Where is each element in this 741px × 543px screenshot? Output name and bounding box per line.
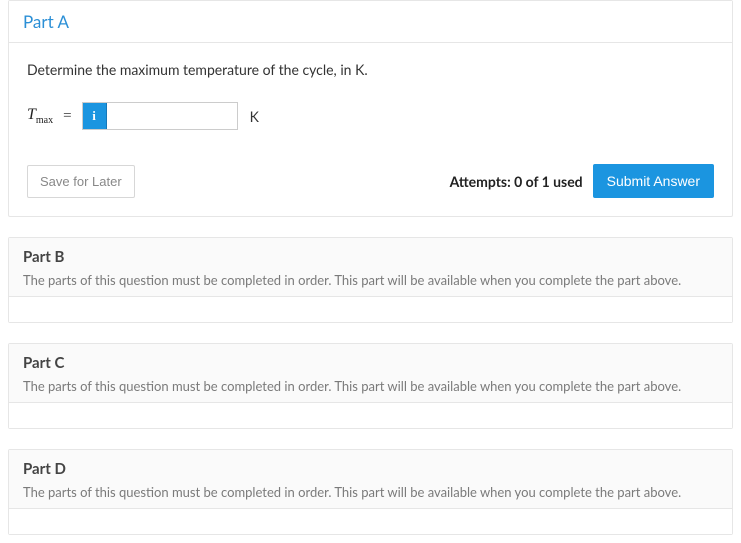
save-for-later-button[interactable]: Save for Later: [27, 165, 135, 198]
info-icon[interactable]: i: [83, 103, 107, 129]
part-d-title: Part D: [23, 460, 718, 478]
part-b-locked-message: The parts of this question must be compl…: [23, 272, 718, 288]
answer-input[interactable]: [107, 103, 237, 129]
part-b-panel: Part B The parts of this question must b…: [8, 237, 733, 323]
part-c-body: [9, 402, 732, 428]
equals-sign: =: [61, 108, 73, 125]
part-d-header: Part D The parts of this question must b…: [9, 450, 732, 508]
question-text: Determine the maximum temperature of the…: [27, 61, 714, 78]
part-c-locked-message: The parts of this question must be compl…: [23, 378, 718, 394]
part-a-title: Part A: [23, 11, 69, 32]
answer-row: Tmax = i K: [27, 102, 714, 130]
part-b-header: Part B The parts of this question must b…: [9, 238, 732, 296]
part-b-title: Part B: [23, 248, 718, 266]
part-a-panel: Part A Determine the maximum temperature…: [8, 0, 733, 217]
part-a-body: Determine the maximum temperature of the…: [9, 43, 732, 216]
part-c-header: Part C The parts of this question must b…: [9, 344, 732, 402]
answer-input-group: i: [82, 102, 238, 130]
part-d-body: [9, 508, 732, 534]
part-c-panel: Part C The parts of this question must b…: [8, 343, 733, 429]
submit-answer-button[interactable]: Submit Answer: [593, 164, 714, 198]
action-row: Save for Later Attempts: 0 of 1 used Sub…: [27, 164, 714, 198]
part-d-locked-message: The parts of this question must be compl…: [23, 484, 718, 500]
right-actions: Attempts: 0 of 1 used Submit Answer: [450, 164, 714, 198]
part-d-panel: Part D The parts of this question must b…: [8, 449, 733, 535]
unit-label: K: [246, 108, 259, 125]
attempts-text: Attempts: 0 of 1 used: [450, 173, 583, 190]
part-a-header[interactable]: Part A: [9, 1, 732, 43]
variable-symbol: Tmax: [27, 106, 53, 126]
part-c-title: Part C: [23, 354, 718, 372]
part-b-body: [9, 296, 732, 322]
